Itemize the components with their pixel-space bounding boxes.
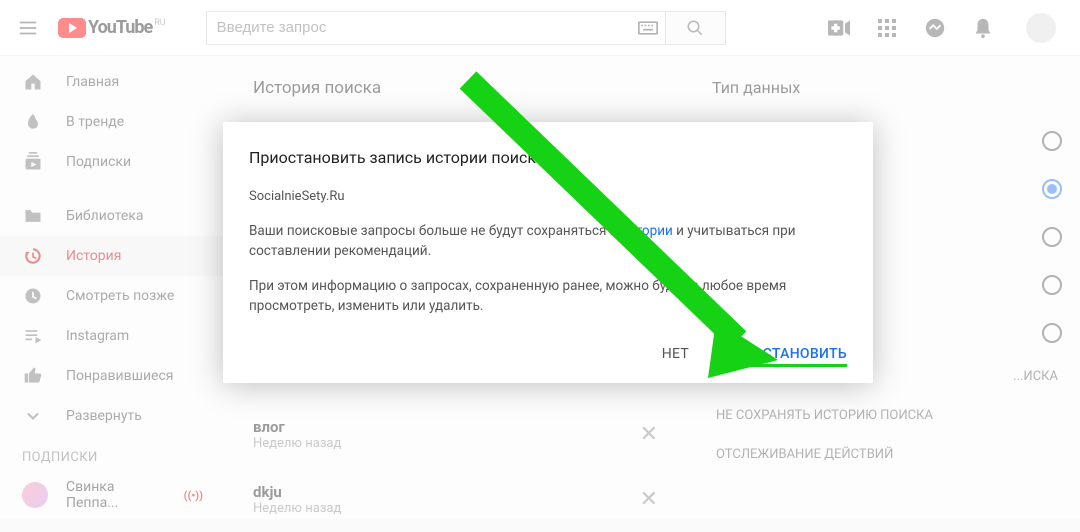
sidebar-item-label: Главная (66, 74, 119, 90)
apps-icon[interactable] (876, 17, 898, 39)
delete-history-icon[interactable]: ✕ (634, 416, 664, 453)
clock-icon (22, 285, 44, 307)
sidebar-item-watch-later[interactable]: Смотреть позже (0, 276, 225, 316)
playlist-icon (22, 325, 44, 347)
channel-name: Свинка Пеппа... (66, 479, 166, 511)
sidebar-item-label: История (66, 248, 121, 264)
sidebar-item-label: Подписки (66, 154, 131, 170)
channel-avatar-icon (22, 482, 48, 508)
logo-region: RU (154, 18, 165, 28)
sidebar-item-trending[interactable]: В тренде (0, 102, 225, 142)
sidebar-item-expand[interactable]: Развернуть (0, 396, 225, 436)
header-icons (828, 13, 1056, 43)
datatype-radio-2[interactable] (1042, 227, 1062, 247)
datatype-radio-4[interactable] (1042, 323, 1062, 343)
keyboard-icon[interactable] (631, 12, 665, 44)
search-box (206, 11, 726, 45)
dialog-title: Приостановить запись истории поиска? (249, 148, 847, 167)
datatype-radio-0[interactable] (1042, 131, 1062, 151)
sidebar-channel[interactable]: Свинка Пеппа... ((•)) (0, 471, 225, 519)
sidebar-item-liked[interactable]: Понравившиеся (0, 356, 225, 396)
thumb-up-icon (22, 365, 44, 387)
datatype-radio-1[interactable] (1042, 179, 1062, 199)
live-badge-icon: ((•)) (184, 489, 203, 502)
sidebar-item-label: В тренде (66, 114, 124, 130)
youtube-play-icon (58, 18, 86, 38)
history-time: Неделю назад (253, 501, 341, 516)
sidebar-item-label: Instagram (66, 328, 129, 344)
sidebar-item-home[interactable]: Главная (0, 62, 225, 102)
sidebar-item-label: Развернуть (66, 408, 142, 424)
datatype-radio-3[interactable] (1042, 275, 1062, 295)
sidebar-item-library[interactable]: Библиотека (0, 196, 225, 236)
logo-text: YouTube (88, 17, 152, 38)
sidebar-item-instagram[interactable]: Instagram (0, 316, 225, 356)
dialog-paragraph-1: Ваши поисковые запросы больше не будут с… (249, 222, 847, 261)
history-icon (22, 245, 44, 267)
dialog-paragraph-2: При этом информацию о запросах, сохранен… (249, 277, 847, 316)
page-title: История поиска (253, 78, 664, 98)
sidebar-item-label: Смотреть позже (66, 288, 174, 304)
search-button[interactable] (665, 12, 725, 44)
history-time: Неделю назад (253, 436, 341, 451)
youtube-logo[interactable]: YouTube RU (58, 17, 166, 38)
sidebar-item-label: Понравившиеся (66, 368, 173, 384)
library-icon (22, 205, 44, 227)
dialog-no-button[interactable]: НЕТ (662, 342, 689, 367)
history-query[interactable]: влог (253, 418, 341, 436)
sidebar-subs-heading: ПОДПИСКИ (0, 436, 225, 471)
header: YouTube RU (0, 0, 1080, 56)
search-input[interactable] (207, 12, 631, 44)
sidebar-item-history[interactable]: История (0, 236, 225, 276)
history-link[interactable]: истории (621, 223, 673, 239)
chevron-down-icon (22, 405, 44, 427)
history-query[interactable]: dkju (253, 483, 341, 501)
dialog-pause-button[interactable]: ПРИОСТАНОВИТЬ (723, 342, 847, 367)
hamburger-menu-icon[interactable] (16, 16, 40, 40)
pause-search-history-dialog: Приостановить запись истории поиска? Soc… (223, 122, 873, 383)
sidebar: Главная В тренде Подписки Библиотека Ист… (0, 56, 225, 519)
subs-icon (22, 151, 44, 173)
messages-icon[interactable] (924, 17, 946, 39)
right-title: Тип данных (712, 78, 1062, 97)
sidebar-item-label: Библиотека (66, 208, 143, 224)
trending-icon (22, 111, 44, 133)
dialog-actions: НЕТ ПРИОСТАНОВИТЬ (249, 342, 847, 367)
upload-icon[interactable] (828, 17, 850, 39)
right-link-1[interactable]: НЕ СОХРАНЯТЬ ИСТОРИЮ ПОИСКА (712, 396, 1062, 435)
home-icon (22, 71, 44, 93)
avatar[interactable] (1026, 13, 1056, 43)
notifications-icon[interactable] (972, 17, 994, 39)
history-row: dkju Неделю назад ✕ (253, 467, 664, 532)
right-link-2[interactable]: ОТСЛЕЖИВАНИЕ ДЕЙСТВИЙ (712, 435, 1062, 474)
history-row: влог Неделю назад ✕ (253, 402, 664, 467)
dialog-author: SocialnieSety.Ru (249, 189, 847, 204)
delete-history-icon[interactable]: ✕ (634, 481, 664, 518)
sidebar-item-subscriptions[interactable]: Подписки (0, 142, 225, 182)
